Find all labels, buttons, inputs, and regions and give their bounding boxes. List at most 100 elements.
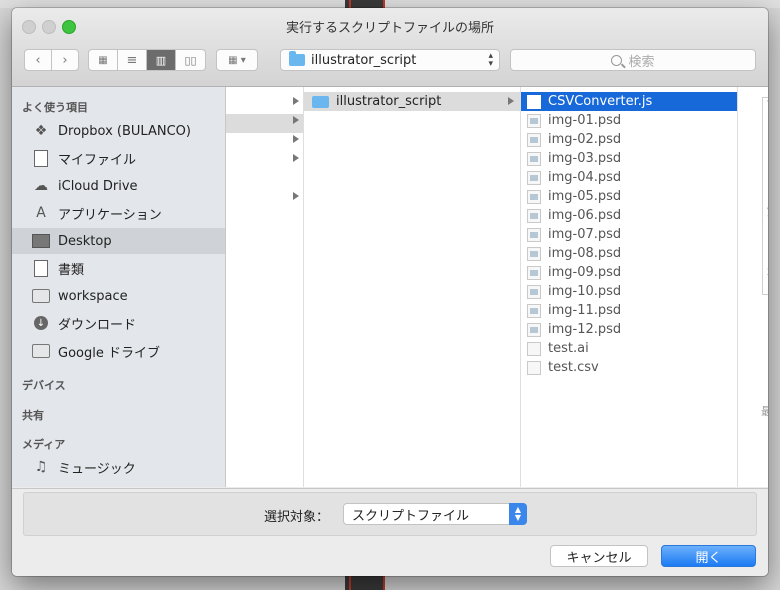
sidebar-item-label: マイファイル bbox=[58, 152, 137, 168]
sidebar-item-label: Dropbox (BULANCO) bbox=[58, 123, 191, 139]
file-row-label: test.csv bbox=[548, 360, 599, 375]
background-strip bbox=[345, 576, 385, 590]
columns-icon: ▥ bbox=[155, 53, 167, 67]
updown-icon: ▲ ▼ bbox=[509, 503, 527, 525]
arrange-button[interactable]: ▦ ▾ bbox=[216, 49, 258, 71]
image-file-icon bbox=[527, 303, 541, 318]
image-file-icon bbox=[527, 189, 541, 204]
file-row[interactable]: img-04.psd bbox=[521, 168, 737, 187]
image-file-icon bbox=[527, 208, 541, 223]
dropbox-icon: ❖ bbox=[34, 123, 48, 139]
file-type-select[interactable]: スクリプトファイル ▲ ▼ bbox=[343, 503, 527, 525]
file-row-label: img-05.psd bbox=[548, 189, 622, 204]
music-icon: ♫ bbox=[34, 459, 48, 475]
file-row[interactable]: img-06.psd bbox=[521, 206, 737, 225]
disclosure-arrow-icon bbox=[293, 135, 299, 143]
coverflow-view-button[interactable]: ▯▯ bbox=[176, 50, 205, 70]
folder-icon bbox=[32, 343, 50, 359]
documents-icon bbox=[32, 259, 50, 277]
preview-line: fu bbox=[763, 111, 768, 124]
disclosure-arrow-icon bbox=[293, 192, 299, 200]
preview-caption: 最 bbox=[761, 405, 768, 418]
sidebar-item-documents[interactable]: 書類 bbox=[12, 255, 225, 281]
preview-line bbox=[763, 163, 768, 176]
file-row[interactable]: img-02.psd bbox=[521, 130, 737, 149]
file-row-label: img-10.psd bbox=[548, 284, 622, 299]
document-file-icon bbox=[527, 360, 541, 375]
sidebar-item-label: ミュージック bbox=[58, 461, 136, 477]
search-field[interactable]: 検索 bbox=[510, 49, 756, 71]
column-1 bbox=[226, 87, 304, 487]
file-row[interactable]: img-08.psd bbox=[521, 244, 737, 263]
column-3: CSVConverter.js img-01.psd img-02.psd img-0… bbox=[521, 87, 738, 487]
file-row[interactable]: img-03.psd bbox=[521, 149, 737, 168]
sidebar-item-label: workspace bbox=[58, 288, 128, 304]
disclosure-arrow-icon bbox=[508, 97, 514, 105]
sidebar-item-icloud[interactable]: ☁ iCloud Drive bbox=[12, 173, 225, 199]
file-row[interactable]: test.csv bbox=[521, 358, 737, 377]
icon-view-button[interactable]: ▦ bbox=[89, 50, 118, 70]
folder-icon bbox=[312, 95, 329, 108]
chevron-left-icon: ‹ bbox=[35, 52, 41, 68]
image-file-icon bbox=[527, 284, 541, 299]
coverflow-icon: ▯▯ bbox=[184, 53, 197, 67]
column-browser: illustrator_script CSVConverter.js img-01… bbox=[226, 87, 768, 487]
folder-icon bbox=[32, 288, 50, 304]
preview-line: [] bbox=[763, 150, 768, 163]
options-panel: 選択対象： スクリプトファイル ▲ ▼ bbox=[23, 492, 757, 536]
preview-line: [] bbox=[763, 176, 768, 189]
grid-icon: ▦ bbox=[98, 54, 108, 66]
open-dialog: 実行するスクリプトファイルの場所 ‹ › ▦ ≡ ▥ ▯▯ ▦ ▾ illust… bbox=[12, 8, 768, 576]
sidebar-item-applications[interactable]: A アプリケーション bbox=[12, 200, 225, 226]
sidebar-item-dropbox[interactable]: ❖ Dropbox (BULANCO) bbox=[12, 118, 225, 144]
back-button[interactable]: ‹ bbox=[24, 49, 52, 71]
sidebar-section-favorites: よく使う項目 bbox=[22, 101, 88, 114]
folder-row-illustrator-script[interactable]: illustrator_script bbox=[304, 92, 520, 111]
column-1-selected-row[interactable] bbox=[226, 114, 303, 133]
file-row[interactable]: CSVConverter.js bbox=[521, 92, 737, 111]
file-row[interactable]: img-12.psd bbox=[521, 320, 737, 339]
file-row[interactable]: img-10.psd bbox=[521, 282, 737, 301]
preview-line: ap bbox=[763, 202, 768, 215]
image-file-icon bbox=[527, 170, 541, 185]
preview-line bbox=[763, 124, 768, 137]
file-row[interactable]: img-07.psd bbox=[521, 225, 737, 244]
sidebar-item-downloads[interactable]: ↓ ダウンロード bbox=[12, 310, 225, 336]
updown-icon: ▴ ▾ bbox=[488, 51, 493, 69]
list-icon: ≡ bbox=[126, 52, 138, 68]
disclosure-arrow-icon bbox=[293, 97, 299, 105]
sidebar-section-shared: 共有 bbox=[22, 409, 44, 422]
enable-label: 選択対象： bbox=[264, 510, 330, 525]
column-view-button[interactable]: ▥ bbox=[147, 50, 176, 70]
sidebar-item-google-drive[interactable]: Google ドライブ bbox=[12, 338, 225, 364]
background-band bbox=[0, 0, 780, 8]
file-row-label: img-08.psd bbox=[548, 246, 622, 261]
path-popup-label: illustrator_script bbox=[311, 52, 417, 68]
sidebar-item-workspace[interactable]: workspace bbox=[12, 283, 225, 309]
arrange-icon: ▦ ▾ bbox=[228, 54, 246, 66]
file-row-label: test.ai bbox=[548, 341, 589, 356]
document-file-icon bbox=[527, 341, 541, 356]
cancel-button[interactable]: キャンセル bbox=[550, 545, 648, 567]
sidebar-item-music[interactable]: ♫ ミュージック bbox=[12, 454, 225, 480]
forward-button[interactable]: › bbox=[51, 49, 79, 71]
preview-line: 21 bbox=[763, 267, 768, 280]
file-row[interactable]: img-11.psd bbox=[521, 301, 737, 320]
list-view-button[interactable]: ≡ bbox=[118, 50, 147, 70]
path-popup[interactable]: illustrator_script ▴ ▾ bbox=[280, 49, 500, 71]
image-file-icon bbox=[527, 265, 541, 280]
file-row[interactable]: img-05.psd bbox=[521, 187, 737, 206]
cloud-icon: ☁ bbox=[34, 178, 48, 194]
folder-icon bbox=[289, 51, 305, 66]
sidebar-item-my-files[interactable]: マイファイル bbox=[12, 145, 225, 171]
preview-line: le bbox=[763, 215, 768, 228]
file-row[interactable]: test.ai bbox=[521, 339, 737, 358]
file-row-label: CSVConverter.js bbox=[548, 94, 653, 109]
image-file-icon bbox=[527, 113, 541, 128]
file-row[interactable]: img-01.psd bbox=[521, 111, 737, 130]
open-button[interactable]: 開く bbox=[661, 545, 756, 567]
file-row[interactable]: img-09.psd bbox=[521, 263, 737, 282]
sidebar-item-label: ダウンロード bbox=[58, 317, 137, 333]
sidebar-item-desktop[interactable]: Desktop bbox=[12, 228, 225, 254]
image-file-icon bbox=[527, 246, 541, 261]
